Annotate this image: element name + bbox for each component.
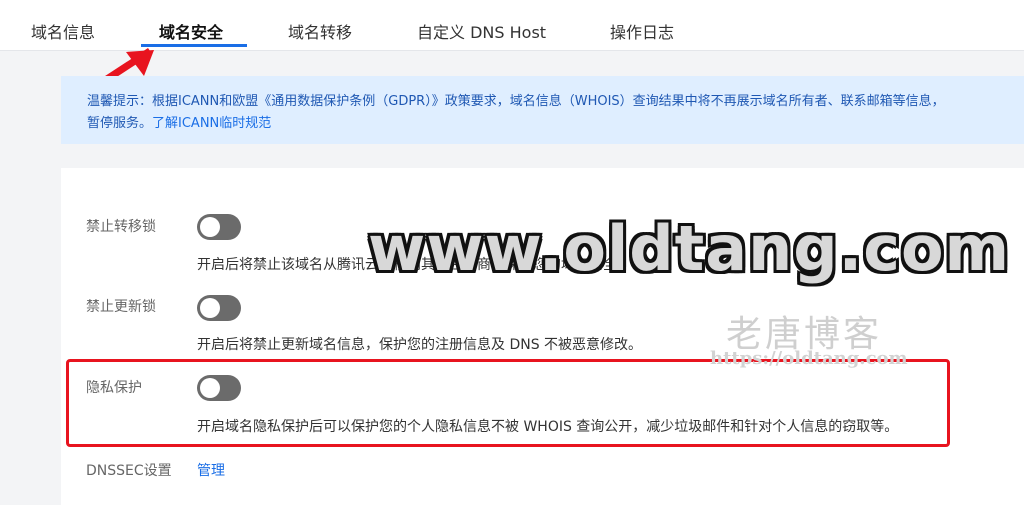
transfer-lock-label: 禁止转移锁 (86, 219, 156, 235)
icann-spec-link[interactable]: 了解ICANN临时规范 (152, 116, 271, 131)
notice-banner: 温馨提示：根据ICANN和欧盟《通用数据保护条例（GDPR）》政策要求，域名信息… (61, 76, 1024, 144)
dnssec-manage-link[interactable]: 管理 (197, 460, 225, 480)
notice-text-line2: 暂停服务。了解ICANN临时规范 (87, 112, 271, 131)
tab-operation-log[interactable]: 操作日志 (610, 19, 674, 43)
notice-text-line1: 温馨提示：根据ICANN和欧盟《通用数据保护条例（GDPR）》政策要求，域名信息… (87, 94, 945, 109)
highlight-box (66, 359, 950, 447)
dnssec-label: DNSSEC设置 (86, 463, 172, 479)
watermark-main: www.oldtang.com (368, 212, 1011, 285)
tab-custom-dns-host[interactable]: 自定义 DNS Host (417, 19, 546, 43)
tab-domain-security[interactable]: 域名安全 (159, 19, 223, 43)
update-lock-label: 禁止更新锁 (86, 299, 156, 315)
tab-domain-transfer[interactable]: 域名转移 (288, 19, 352, 43)
transfer-lock-toggle[interactable] (197, 214, 241, 240)
update-lock-description: 开启后将禁止更新域名信息，保护您的注册信息及 DNS 不被恶意修改。 (197, 337, 643, 353)
notice-text-suffix: 暂停服务。 (87, 116, 153, 131)
watermark-url: https://oldtang.com (710, 348, 908, 369)
update-lock-toggle[interactable] (197, 295, 241, 321)
